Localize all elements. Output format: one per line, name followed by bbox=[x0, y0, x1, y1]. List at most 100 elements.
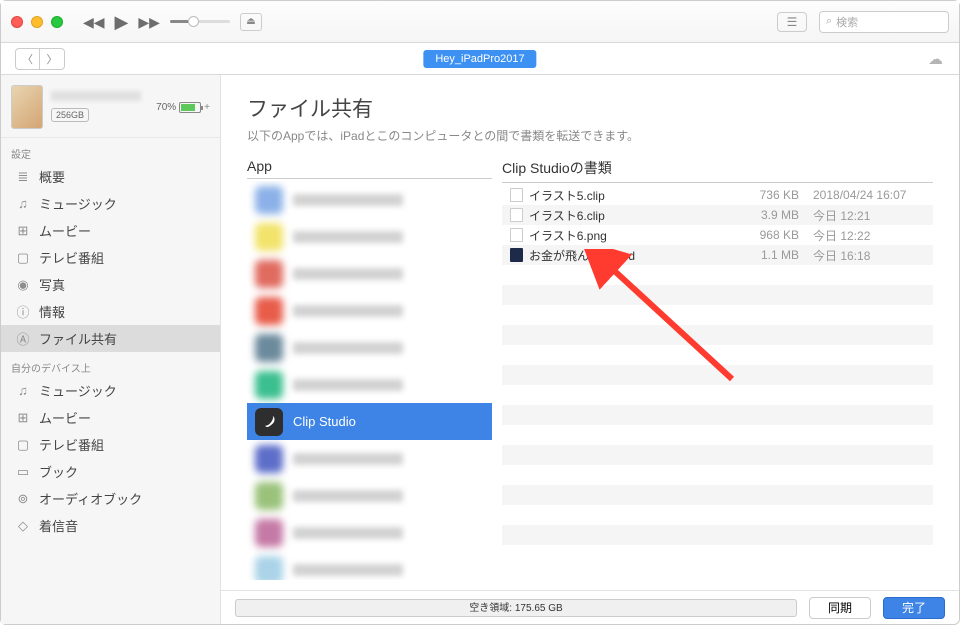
minimize-window-button[interactable] bbox=[31, 16, 43, 28]
sync-button[interactable]: 同期 bbox=[809, 597, 871, 619]
sidebar-header-ondevice: 自分のデバイス上 bbox=[1, 352, 220, 377]
sidebar-item[interactable]: ◇着信音 bbox=[1, 512, 220, 539]
file-name: イラスト6.png bbox=[529, 227, 739, 244]
file-icon bbox=[510, 188, 523, 202]
app-label-blurred bbox=[293, 231, 403, 243]
sidebar-icon: Ⓐ bbox=[15, 332, 31, 346]
document-row[interactable]: イラスト6.clip3.9 MB今日 12:21 bbox=[502, 205, 933, 225]
file-date: 2018/04/24 16:07 bbox=[805, 188, 925, 202]
empty-row bbox=[502, 505, 933, 525]
sidebar-item[interactable]: ◉ 写真 bbox=[1, 271, 220, 298]
sidebar-item[interactable]: ♫ミュージック bbox=[1, 377, 220, 404]
sidebar-item[interactable]: ⓘ情報 bbox=[1, 298, 220, 325]
search-input[interactable]: ⌕ 検索 bbox=[819, 11, 949, 33]
empty-row bbox=[502, 285, 933, 305]
app-item[interactable] bbox=[247, 255, 492, 292]
next-track-button[interactable]: ▶▶ bbox=[138, 15, 160, 29]
volume-slider[interactable] bbox=[170, 20, 230, 23]
document-row[interactable]: イラスト5.clip736 KB2018/04/24 16:07 bbox=[502, 185, 933, 205]
empty-row bbox=[502, 425, 933, 445]
app-item[interactable] bbox=[247, 514, 492, 551]
file-size: 1.1 MB bbox=[745, 248, 799, 262]
app-item[interactable] bbox=[247, 218, 492, 255]
document-row[interactable]: お金が飛んでく.psd1.1 MB今日 16:18 bbox=[502, 245, 933, 265]
sidebar-item[interactable]: ≣概要 bbox=[1, 163, 220, 190]
empty-row bbox=[502, 325, 933, 345]
sidebar-item[interactable]: ⊚オーディオブック bbox=[1, 485, 220, 512]
file-name: イラスト6.clip bbox=[529, 207, 739, 224]
app-label-blurred bbox=[293, 342, 403, 354]
device-name-badge[interactable]: Hey_iPadPro2017 bbox=[423, 50, 536, 68]
sidebar-item[interactable]: Ⓐ ファイル共有 bbox=[1, 325, 220, 352]
sidebar-icon: ◇ bbox=[15, 519, 31, 533]
app-item[interactable] bbox=[247, 551, 492, 580]
app-item-clip-studio[interactable]: Clip Studio bbox=[247, 403, 492, 440]
file-size: 3.9 MB bbox=[745, 208, 799, 222]
file-name: お金が飛んでく.psd bbox=[529, 247, 739, 264]
apps-list[interactable]: Clip Studio bbox=[247, 181, 492, 580]
back-button[interactable]: 〈 bbox=[16, 49, 40, 69]
cloud-icon[interactable]: ☁ bbox=[928, 50, 943, 68]
sidebar-item[interactable]: ⊞ムービー bbox=[1, 404, 220, 431]
sidebar-label: オーディオブック bbox=[39, 489, 142, 508]
sidebar-header-settings: 設定 bbox=[1, 138, 220, 163]
sidebar-icon: ⊞ bbox=[15, 411, 31, 425]
airplay-button[interactable]: ⏏ bbox=[240, 13, 262, 31]
play-button[interactable]: ▶ bbox=[115, 13, 129, 31]
footer-bar: 空き領域: 175.65 GB 同期 完了 bbox=[221, 590, 959, 624]
sidebar-icon: ◉ bbox=[15, 278, 31, 292]
sidebar-label: ファイル共有 bbox=[39, 329, 117, 348]
app-label-blurred bbox=[293, 194, 403, 206]
sidebar-icon: ▭ bbox=[15, 465, 31, 479]
empty-row bbox=[502, 525, 933, 545]
empty-row bbox=[502, 445, 933, 465]
app-item[interactable] bbox=[247, 292, 492, 329]
sidebar-label: テレビ番組 bbox=[39, 435, 104, 454]
documents-list[interactable]: イラスト5.clip736 KB2018/04/24 16:07 イラスト6.cl… bbox=[502, 185, 933, 580]
app-item[interactable] bbox=[247, 366, 492, 403]
empty-row bbox=[502, 365, 933, 385]
app-label-blurred bbox=[293, 453, 403, 465]
app-icon-blurred bbox=[255, 445, 283, 473]
sidebar-icon: ▢ bbox=[15, 251, 31, 265]
clip-studio-icon bbox=[255, 408, 283, 436]
forward-button[interactable]: 〉 bbox=[40, 49, 64, 69]
sidebar-label: 写真 bbox=[39, 275, 65, 294]
app-label-blurred bbox=[293, 527, 403, 539]
device-summary[interactable]: 256GB 70% + bbox=[1, 75, 220, 138]
prev-track-button[interactable]: ◀◀ bbox=[83, 15, 105, 29]
document-row[interactable]: イラスト6.png968 KB今日 12:22 bbox=[502, 225, 933, 245]
app-label-blurred bbox=[293, 490, 403, 502]
app-item[interactable] bbox=[247, 329, 492, 366]
battery-icon bbox=[179, 102, 201, 113]
sidebar-item[interactable]: ♫ミュージック bbox=[1, 190, 220, 217]
app-item[interactable] bbox=[247, 181, 492, 218]
sidebar-icon: ▢ bbox=[15, 438, 31, 452]
app-item[interactable] bbox=[247, 477, 492, 514]
app-label-blurred bbox=[293, 379, 403, 391]
sidebar-icon: ⊞ bbox=[15, 224, 31, 238]
file-icon bbox=[510, 208, 523, 222]
app-icon-blurred bbox=[255, 186, 283, 214]
empty-row bbox=[502, 465, 933, 485]
sidebar-item[interactable]: ⊞ ムービー bbox=[1, 217, 220, 244]
done-button[interactable]: 完了 bbox=[883, 597, 945, 619]
file-icon bbox=[510, 228, 523, 242]
app-icon-blurred bbox=[255, 334, 283, 362]
view-list-button[interactable]: ☰ bbox=[777, 12, 807, 32]
sidebar-item[interactable]: ▢ テレビ番組 bbox=[1, 431, 220, 458]
zoom-window-button[interactable] bbox=[51, 16, 63, 28]
nav-back-forward: 〈 〉 bbox=[15, 48, 65, 70]
sidebar-item[interactable]: ▭ブック bbox=[1, 458, 220, 485]
app-item[interactable] bbox=[247, 440, 492, 477]
storage-bar[interactable]: 空き領域: 175.65 GB bbox=[235, 599, 797, 617]
app-label-blurred bbox=[293, 564, 403, 576]
device-capacity: 256GB bbox=[51, 108, 89, 122]
battery-percent: 70% bbox=[156, 102, 176, 113]
empty-row bbox=[502, 485, 933, 505]
device-name-blurred bbox=[51, 91, 141, 101]
sidebar-item[interactable]: ▢テレビ番組 bbox=[1, 244, 220, 271]
close-window-button[interactable] bbox=[11, 16, 23, 28]
traffic-lights bbox=[11, 16, 63, 28]
sidebar-label: ムービー bbox=[39, 221, 91, 240]
